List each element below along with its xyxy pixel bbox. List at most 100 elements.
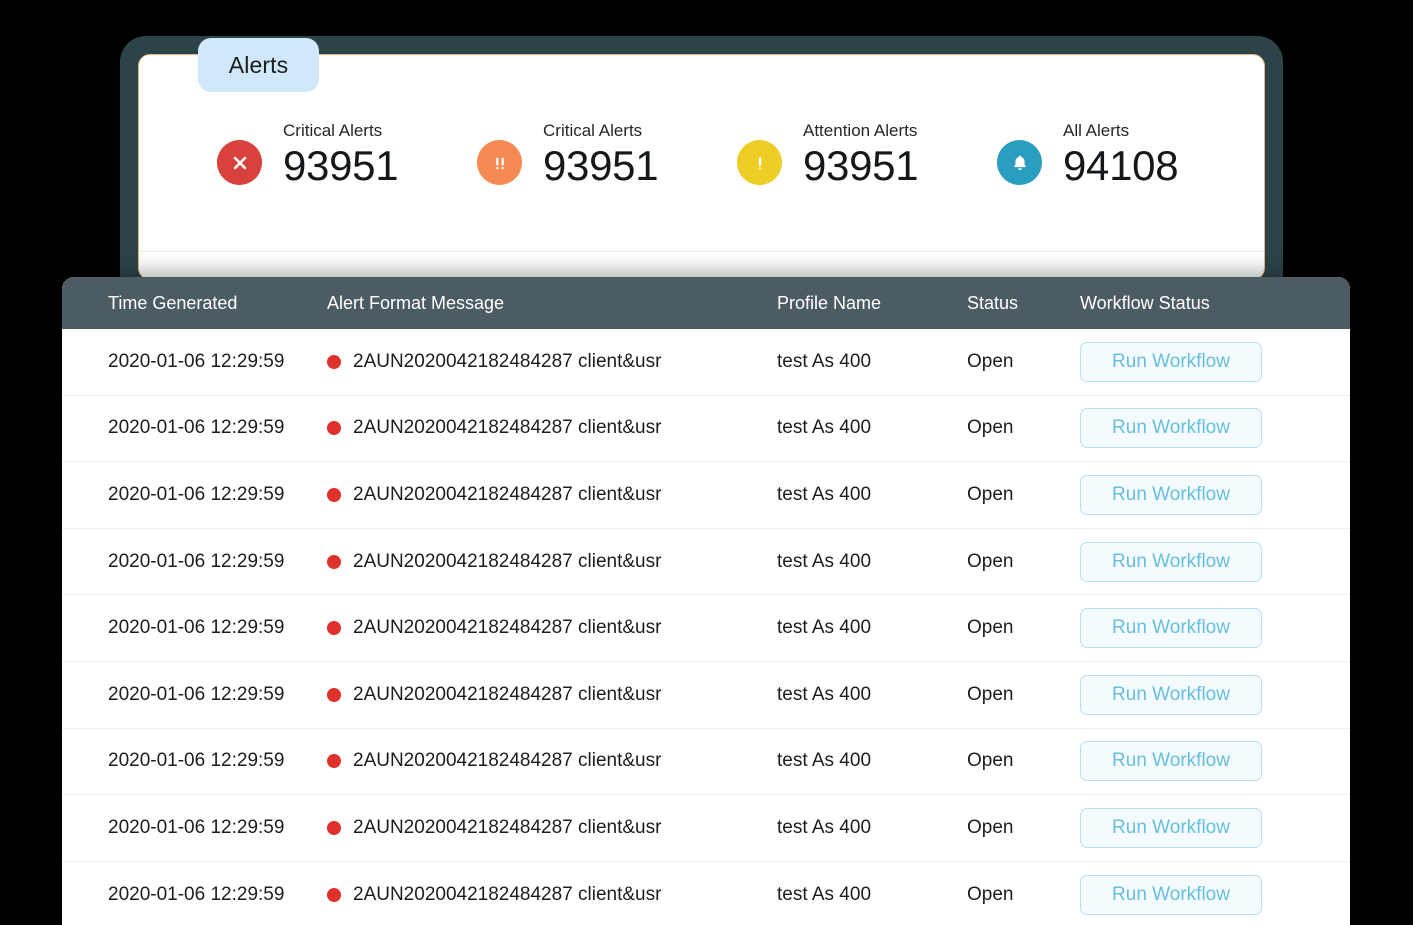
cell-alert-message: 2AUN2020042182484287 client&usr bbox=[327, 750, 777, 772]
run-workflow-button[interactable]: Run Workflow bbox=[1080, 741, 1262, 782]
cell-status: Open bbox=[967, 483, 1014, 505]
severity-dot-icon bbox=[327, 487, 341, 502]
run-workflow-button[interactable]: Run Workflow bbox=[1080, 474, 1262, 515]
cell-alert-message-text: 2AUN2020042182484287 client&usr bbox=[353, 750, 662, 772]
cell-workflow-status: Run Workflow bbox=[1080, 874, 1262, 915]
run-workflow-button[interactable]: Run Workflow bbox=[1080, 608, 1262, 649]
cell-workflow-status: Run Workflow bbox=[1080, 408, 1262, 449]
severity-dot-icon bbox=[327, 421, 341, 436]
circle-bell-icon bbox=[997, 140, 1042, 185]
stat-value: 93951 bbox=[543, 142, 659, 189]
cell-status: Open bbox=[967, 617, 1014, 639]
cell-time-generated: 2020-01-06 12:29:59 bbox=[108, 883, 285, 905]
cell-alert-message-text: 2AUN2020042182484287 client&usr bbox=[353, 683, 662, 705]
cell-alert-message: 2AUN2020042182484287 client&usr bbox=[327, 351, 777, 373]
cell-time-generated: 2020-01-06 12:29:59 bbox=[108, 417, 285, 439]
cell-status: Open bbox=[967, 350, 1014, 372]
cell-alert-message-text: 2AUN2020042182484287 client&usr bbox=[353, 483, 662, 505]
cell-status: Open bbox=[967, 550, 1014, 572]
table-row[interactable]: 2020-01-06 12:29:59 2AUN2020042182484287 … bbox=[62, 595, 1350, 662]
cell-alert-message-text: 2AUN2020042182484287 client&usr bbox=[353, 550, 662, 572]
stat-value: 93951 bbox=[803, 142, 919, 189]
cell-alert-message: 2AUN2020042182484287 client&usr bbox=[327, 417, 777, 439]
circle-exclamation-icon bbox=[737, 140, 782, 185]
cell-alert-message-text: 2AUN2020042182484287 client&usr bbox=[353, 883, 662, 905]
cell-profile-name: test As 400 bbox=[777, 750, 872, 772]
cell-time-generated: 2020-01-06 12:29:59 bbox=[108, 750, 285, 772]
stat-value: 93951 bbox=[283, 142, 399, 189]
cell-alert-message: 2AUN2020042182484287 client&usr bbox=[327, 551, 777, 573]
cell-alert-message: 2AUN2020042182484287 client&usr bbox=[327, 484, 777, 506]
cell-time-generated: 2020-01-06 12:29:59 bbox=[108, 550, 285, 572]
table-row[interactable]: 2020-01-06 12:29:59 2AUN2020042182484287 … bbox=[62, 795, 1350, 862]
cell-alert-message-text: 2AUN2020042182484287 client&usr bbox=[353, 816, 662, 838]
cell-profile-name: test As 400 bbox=[777, 816, 872, 838]
run-workflow-button[interactable]: Run Workflow bbox=[1080, 408, 1262, 449]
cell-alert-message-text: 2AUN2020042182484287 client&usr bbox=[353, 617, 662, 639]
stat-critical-alerts-1[interactable]: Critical Alerts 93951 bbox=[217, 121, 477, 231]
column-header-workflow-status[interactable]: Workflow Status bbox=[1080, 293, 1210, 314]
alert-summary-stats: Critical Alerts 93951 Critical Alerts 93… bbox=[139, 121, 1264, 231]
cell-time-generated: 2020-01-06 12:29:59 bbox=[108, 683, 285, 705]
cell-alert-message: 2AUN2020042182484287 client&usr bbox=[327, 684, 777, 706]
cell-time-generated: 2020-01-06 12:29:59 bbox=[108, 483, 285, 505]
table-row[interactable]: 2020-01-06 12:29:59 2AUN2020042182484287 … bbox=[62, 661, 1350, 729]
cell-workflow-status: Run Workflow bbox=[1080, 341, 1262, 382]
severity-dot-icon bbox=[327, 554, 341, 569]
column-header-status[interactable]: Status bbox=[967, 293, 1080, 314]
cell-status: Open bbox=[967, 683, 1014, 705]
severity-dot-icon bbox=[327, 687, 341, 702]
table-row[interactable]: 2020-01-06 12:29:59 2AUN2020042182484287 … bbox=[62, 728, 1350, 796]
stat-attention-alerts[interactable]: Attention Alerts 93951 bbox=[737, 121, 997, 231]
run-workflow-button[interactable]: Run Workflow bbox=[1080, 674, 1262, 715]
severity-dot-icon bbox=[327, 887, 341, 902]
alerts-table-card: Time Generated Alert Format Message Prof… bbox=[62, 277, 1350, 925]
table-row[interactable]: 2020-01-06 12:29:59 2AUN2020042182484287 … bbox=[62, 395, 1350, 463]
column-header-profile-name[interactable]: Profile Name bbox=[777, 293, 967, 314]
circle-x-icon bbox=[217, 140, 262, 185]
cell-profile-name: test As 400 bbox=[777, 417, 872, 439]
cell-workflow-status: Run Workflow bbox=[1080, 741, 1262, 782]
stat-all-alerts[interactable]: All Alerts 94108 bbox=[997, 121, 1257, 231]
stat-label: Attention Alerts bbox=[803, 121, 918, 140]
table-row[interactable]: 2020-01-06 12:29:59 2AUN2020042182484287 … bbox=[62, 329, 1350, 396]
cell-profile-name: test As 400 bbox=[777, 550, 872, 572]
cell-profile-name: test As 400 bbox=[777, 483, 872, 505]
cell-status: Open bbox=[967, 750, 1014, 772]
cell-time-generated: 2020-01-06 12:29:59 bbox=[108, 816, 285, 838]
cell-alert-message: 2AUN2020042182484287 client&usr bbox=[327, 884, 777, 906]
cell-profile-name: test As 400 bbox=[777, 617, 872, 639]
cell-workflow-status: Run Workflow bbox=[1080, 807, 1262, 848]
column-header-alert-message[interactable]: Alert Format Message bbox=[327, 293, 777, 314]
cell-status: Open bbox=[967, 883, 1014, 905]
run-workflow-button[interactable]: Run Workflow bbox=[1080, 807, 1262, 848]
run-workflow-button[interactable]: Run Workflow bbox=[1080, 341, 1262, 382]
stat-label: All Alerts bbox=[1063, 121, 1130, 140]
table-row[interactable]: 2020-01-06 12:29:59 2AUN2020042182484287 … bbox=[62, 462, 1350, 529]
table-row[interactable]: 2020-01-06 12:29:59 2AUN2020042182484287 … bbox=[62, 528, 1350, 596]
tab-alerts[interactable]: Alerts bbox=[198, 38, 319, 92]
stat-label: Critical Alerts bbox=[283, 121, 383, 140]
cell-profile-name: test As 400 bbox=[777, 350, 872, 372]
cell-alert-message: 2AUN2020042182484287 client&usr bbox=[327, 817, 777, 839]
cell-alert-message-text: 2AUN2020042182484287 client&usr bbox=[353, 417, 662, 439]
cell-status: Open bbox=[967, 417, 1014, 439]
cell-status: Open bbox=[967, 816, 1014, 838]
cell-time-generated: 2020-01-06 12:29:59 bbox=[108, 617, 285, 639]
cell-alert-message: 2AUN2020042182484287 client&usr bbox=[327, 617, 777, 639]
table-row[interactable]: 2020-01-06 12:29:59 2AUN2020042182484287 … bbox=[62, 861, 1350, 925]
severity-dot-icon bbox=[327, 754, 341, 769]
stat-critical-alerts-2[interactable]: Critical Alerts 93951 bbox=[477, 121, 737, 231]
severity-dot-icon bbox=[327, 354, 341, 369]
cell-workflow-status: Run Workflow bbox=[1080, 608, 1262, 649]
cell-alert-message-text: 2AUN2020042182484287 client&usr bbox=[353, 350, 662, 372]
severity-dot-icon bbox=[327, 820, 341, 835]
column-header-time-generated[interactable]: Time Generated bbox=[62, 293, 327, 314]
panel-lower-strip bbox=[139, 252, 1264, 279]
cell-profile-name: test As 400 bbox=[777, 683, 872, 705]
run-workflow-button[interactable]: Run Workflow bbox=[1080, 541, 1262, 582]
cell-profile-name: test As 400 bbox=[777, 883, 872, 905]
cell-workflow-status: Run Workflow bbox=[1080, 674, 1262, 715]
severity-dot-icon bbox=[327, 621, 341, 636]
run-workflow-button[interactable]: Run Workflow bbox=[1080, 874, 1262, 915]
